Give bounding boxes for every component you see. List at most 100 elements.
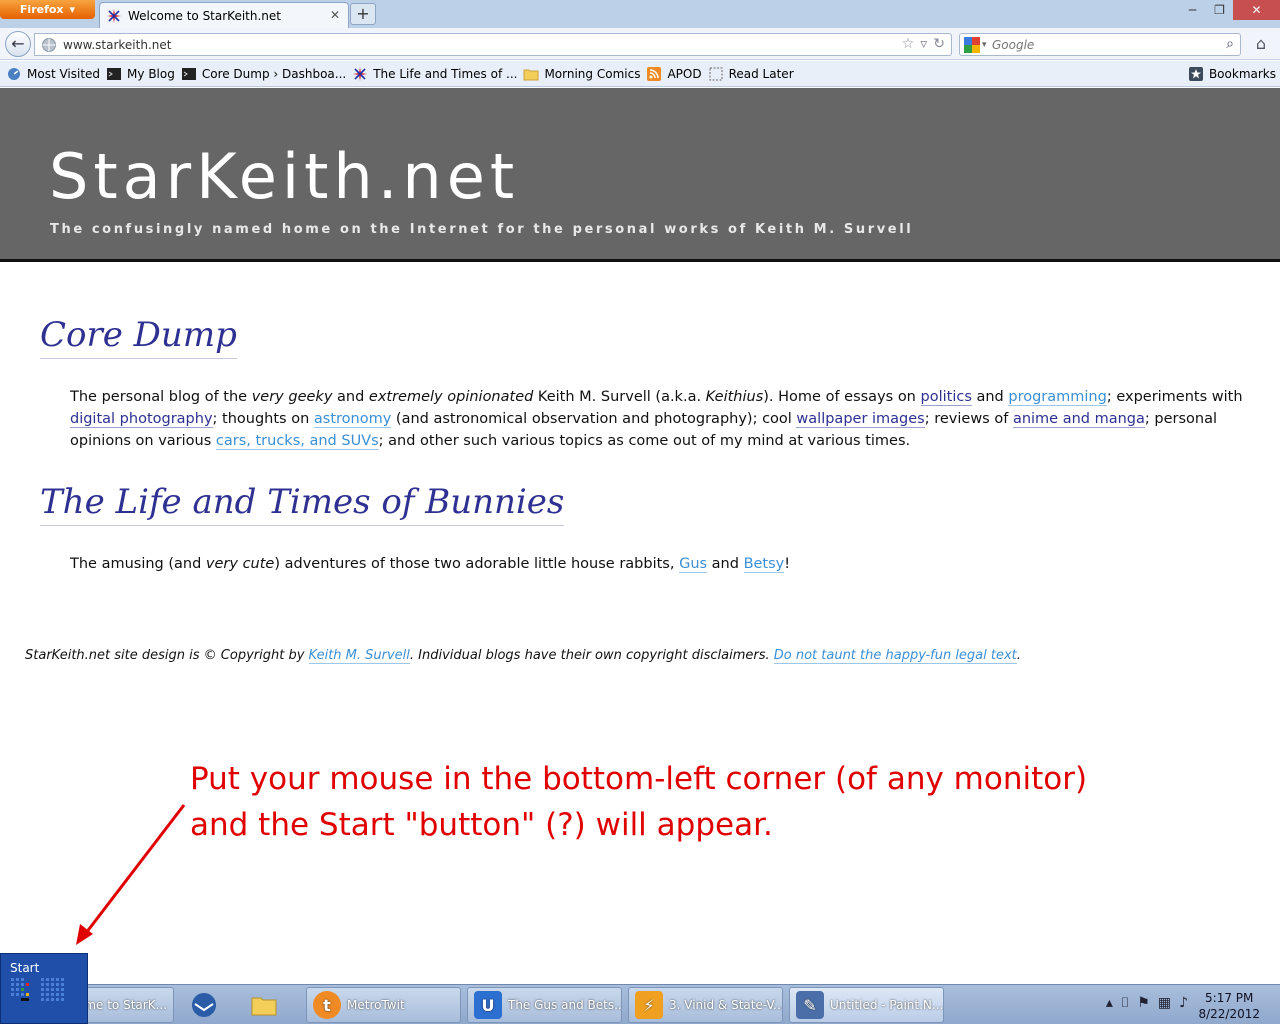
link-betsy[interactable]: Betsy — [743, 556, 785, 573]
new-tab-button[interactable]: + — [350, 3, 376, 25]
chevron-down-icon[interactable]: ▿ — [920, 36, 927, 52]
link-politics[interactable]: politics — [920, 389, 972, 406]
bookmarks-menu-label: Bookmarks — [1208, 67, 1276, 81]
blog-description-bunnies: The amusing (and very cute) adventures o… — [70, 553, 1250, 575]
taskbar-item-explorer[interactable] — [242, 987, 298, 1023]
search-input[interactable] — [992, 37, 1212, 52]
bookmark-morning-comics[interactable]: Morning Comics — [523, 66, 640, 82]
flag-icon[interactable]: ⚑ — [1137, 995, 1150, 1011]
taskbar-clock[interactable]: 5:17 PM 8/22/2012 — [1198, 990, 1260, 1022]
paint-icon: ✎ — [796, 991, 824, 1019]
firefox-menu-label: Firefox — [19, 3, 64, 16]
tab-welcome[interactable]: Welcome to StarKeith.net ✕ — [99, 2, 349, 28]
taskbar-item-label: 3. Vinid & State-V... — [669, 998, 783, 1012]
show-hidden-icons-icon[interactable]: ▴ — [1106, 995, 1113, 1011]
url-bar-icons: ☆ ▿ ↻ — [902, 36, 945, 52]
taskbar-item-winamp[interactable]: ⚡ 3. Vinid & State-V... — [628, 987, 783, 1023]
search-magnifier-icon[interactable]: ⌕ — [1226, 36, 1234, 52]
close-tab-icon[interactable]: ✕ — [328, 8, 342, 22]
bookmarks-star-icon — [1188, 67, 1203, 81]
metrotwit-icon: t — [313, 991, 341, 1019]
link-digital-photography[interactable]: digital photography — [70, 411, 213, 428]
link-wallpaper-images[interactable]: wallpaper images — [796, 411, 925, 428]
taskbar-item-paint[interactable]: ✎ Untitled - Paint.N... — [789, 987, 944, 1023]
close-window-icon[interactable]: ✕ — [1233, 0, 1280, 20]
camera-icon[interactable]: ⌷ — [1121, 995, 1129, 1011]
lightning-icon: ⚡ — [635, 991, 663, 1019]
bookmark-label: My Blog — [127, 66, 175, 81]
taskbar-item-label: The Gus and Bets... — [508, 998, 622, 1012]
link-anime-and-manga[interactable]: anime and manga — [1012, 411, 1145, 428]
start-tiles-icon — [11, 978, 64, 1001]
taskbar-item-gus-betsy[interactable]: U The Gus and Bets... — [467, 987, 622, 1023]
starkeith-favicon-icon — [353, 66, 368, 81]
search-bar[interactable]: ▾ ⌕ — [959, 33, 1241, 56]
link-gus[interactable]: Gus — [679, 556, 708, 573]
text-fragment: and — [971, 389, 1009, 405]
link-programming[interactable]: programming — [1008, 389, 1107, 406]
u-app-icon: U — [474, 991, 502, 1019]
text-fragment: ) adventures of those two adorable littl… — [274, 556, 680, 572]
start-label: Start — [10, 961, 40, 975]
url-text: www.starkeith.net — [63, 37, 172, 52]
thunderbird-icon — [192, 993, 216, 1017]
text-fragment: The amusing (and — [70, 556, 206, 572]
taskbar-item-label: ome to StarK... — [77, 998, 168, 1012]
link-keith-survell[interactable]: Keith M. Survell — [308, 648, 410, 664]
back-button[interactable]: ← — [5, 31, 31, 57]
reload-icon[interactable]: ↻ — [933, 36, 945, 52]
folder-icon — [523, 69, 539, 80]
bookmark-label: Core Dump › Dashboa... — [201, 66, 347, 81]
windows-taskbar: ome to StarK... t MetroTwit U The Gus an… — [0, 984, 1280, 1024]
bookmark-label: Morning Comics — [544, 66, 641, 81]
bookmarks-toolbar: Most Visited My Blog Core Dump › Dashboa… — [0, 61, 1280, 87]
link-legal-text[interactable]: Do not taunt the happy-fun legal text — [773, 648, 1017, 664]
text-fragment: ; reviews of — [924, 411, 1013, 427]
bookmark-label: Read Later — [728, 66, 794, 81]
text-fragment: ! — [784, 556, 791, 572]
taskbar-item-thunderbird[interactable] — [182, 987, 238, 1023]
star-bookmark-icon[interactable]: ☆ — [902, 36, 915, 52]
terminal-icon — [107, 67, 122, 80]
bookmark-label: The Life and Times of ... — [373, 66, 518, 81]
taskbar-item-label: MetroTwit — [347, 998, 405, 1012]
blog-title-core-dump[interactable]: Core Dump — [40, 314, 237, 359]
volume-icon[interactable]: ♪ — [1179, 995, 1188, 1011]
tab-bar: Firefox ▾ Welcome to StarKeith.net ✕ + ─… — [0, 0, 1280, 28]
site-footer: StarKeith.net site design is © Copyright… — [25, 648, 1021, 664]
bookmark-label: Most Visited — [27, 66, 101, 81]
bookmark-read-later[interactable]: Read Later — [708, 66, 794, 82]
firefox-menu-button[interactable]: Firefox ▾ — [0, 0, 95, 19]
minimize-icon[interactable]: ─ — [1179, 0, 1206, 20]
bookmark-apod[interactable]: APOD — [646, 66, 702, 82]
web-page: StarKeith.net The confusingly named home… — [0, 88, 1280, 953]
annotation-line: Put your mouse in the bottom-left corner… — [190, 761, 1088, 797]
link-astronomy[interactable]: astronomy — [313, 411, 392, 428]
bookmark-my-blog[interactable]: My Blog — [106, 66, 175, 82]
text-fragment: . — [1016, 648, 1021, 663]
link-cars-trucks-suvs[interactable]: cars, trucks, and SUVs — [215, 433, 379, 450]
text-fragment: Keith M. Survell (a.k.a. — [533, 389, 706, 405]
bookmarks-menu-button[interactable]: Bookmarks — [1188, 66, 1276, 82]
bookmark-most-visited[interactable]: Most Visited — [6, 66, 100, 82]
text-fragment: Keithius — [705, 389, 764, 405]
text-fragment: ). Home of essays on — [763, 389, 921, 405]
google-engine-icon[interactable]: ▾ — [964, 36, 988, 53]
text-fragment: very geeky — [251, 389, 333, 405]
terminal-icon — [181, 67, 196, 80]
bookmark-core-dump[interactable]: Core Dump › Dashboa... — [181, 66, 346, 82]
network-icon[interactable]: ▦ — [1158, 995, 1171, 1011]
address-bar[interactable]: www.starkeith.net ☆ ▿ ↻ — [34, 33, 952, 56]
text-fragment: (and astronomical observation and photog… — [391, 411, 797, 427]
google-logo-icon — [964, 36, 980, 53]
blog-title-bunnies[interactable]: The Life and Times of Bunnies — [40, 481, 565, 526]
bookmark-life-and-times[interactable]: The Life and Times of ... — [352, 66, 517, 82]
start-tip-button[interactable]: Start — [0, 953, 88, 1024]
home-icon[interactable]: ⌂ — [1248, 33, 1274, 56]
taskbar-item-metrotwit[interactable]: t MetroTwit — [306, 987, 461, 1023]
clock-time: 5:17 PM — [1205, 991, 1254, 1005]
maximize-icon[interactable]: ❐ — [1206, 0, 1233, 20]
folder-icon — [251, 997, 277, 1016]
dashed-page-icon — [709, 67, 723, 80]
site-title: StarKeith.net — [49, 140, 520, 213]
